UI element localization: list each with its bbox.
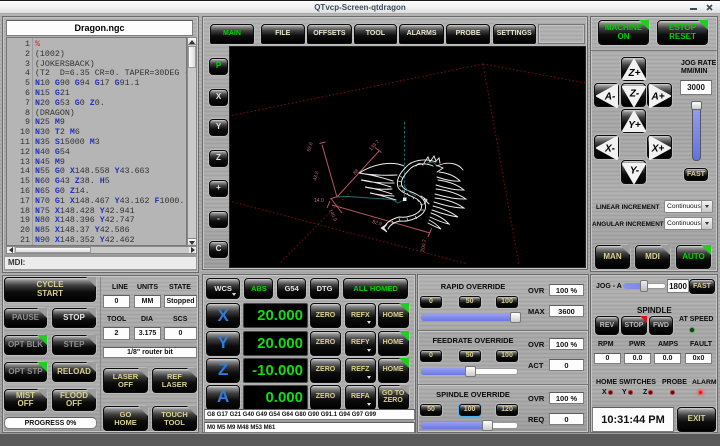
svg-text:Z-: Z- (628, 89, 639, 100)
svg-text:200.7: 200.7 (420, 239, 428, 253)
svg-text:Y-: Y- (629, 166, 639, 177)
svg-text:140.9: 140.9 (327, 208, 338, 222)
svg-text:A+: A+ (650, 92, 664, 103)
svg-text:Y+: Y+ (628, 120, 641, 131)
svg-text:X-: X- (604, 143, 616, 154)
svg-text:14.0: 14.0 (314, 198, 324, 204)
svg-text:X+: X+ (651, 143, 665, 154)
svg-text:A-: A- (604, 92, 616, 103)
svg-text:82.9: 82.9 (371, 219, 382, 228)
svg-text:88: 88 (352, 168, 360, 176)
svg-text:Z+: Z+ (627, 68, 640, 79)
svg-text:55.6: 55.6 (306, 141, 315, 152)
svg-text:43.5: 43.5 (312, 170, 321, 181)
